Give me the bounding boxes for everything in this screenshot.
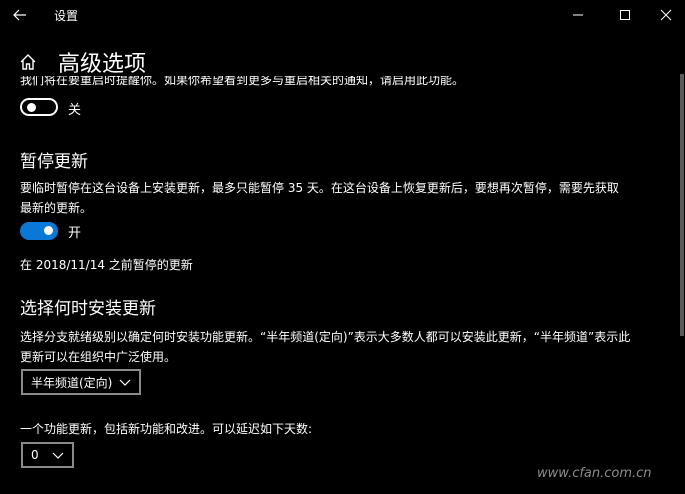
choose-when-heading: 选择何时安装更新 [20, 299, 156, 319]
watermark: www.cfan.com.cn [537, 466, 652, 481]
close-icon[interactable] [653, 4, 679, 26]
choose-when-description: 选择分支就绪级别以确定何时安装功能更新。“半年频道(定向)”表示大多数人都可以安… [20, 327, 680, 367]
branch-readiness-dropdown[interactable]: 半年频道(定向) [21, 369, 141, 395]
chevron-down-icon [52, 450, 64, 464]
feature-defer-days-value: 0 [31, 448, 39, 462]
maximize-icon[interactable] [612, 4, 638, 26]
toggle-knob [27, 103, 36, 112]
pause-description-line-1: 要临时暂停在这台设备上安装更新，最多只能暂停 35 天。在这台设备上恢复更新后，… [20, 181, 619, 195]
choose-description-line-2: 更新可以在组织中广泛使用。 [20, 350, 177, 364]
restart-notify-toggle[interactable] [20, 98, 58, 116]
choose-description-line-1: 选择分支就绪级别以确定何时安装功能更新。“半年频道(定向)”表示大多数人都可以安… [20, 330, 631, 344]
feature-defer-days-dropdown[interactable]: 0 [21, 442, 74, 468]
pause-updates-description: 要临时暂停在这台设备上安装更新，最多只能暂停 35 天。在这台设备上恢复更新后，… [20, 178, 680, 218]
paused-until-text: 在 2018/11/14 之前暂停的更新 [20, 258, 193, 272]
pause-updates-toggle[interactable] [20, 222, 58, 240]
window-title: 设置 [54, 9, 79, 23]
chevron-down-icon [119, 377, 131, 391]
page-title: 高级选项 [58, 52, 147, 77]
restart-notify-toggle-label: 关 [68, 103, 82, 118]
minimize-icon[interactable] [565, 4, 591, 26]
feature-update-defer-label: 一个功能更新，包括新功能和改进。可以延迟如下天数: [20, 422, 313, 436]
back-arrow-icon[interactable] [8, 4, 32, 26]
pause-updates-heading: 暂停更新 [20, 152, 88, 172]
title-bar: 设置 [0, 0, 685, 30]
scrollbar[interactable] [680, 74, 684, 336]
home-icon[interactable] [18, 52, 38, 72]
restart-notify-description: 我们将在要重启时提醒你。如果你希望看到更多与重启相关的通知，请启用此功能。 [20, 76, 465, 87]
toggle-knob [44, 226, 53, 235]
branch-readiness-value: 半年频道(定向) [31, 375, 113, 390]
pause-description-line-2: 最新的更新。 [20, 201, 93, 215]
pause-updates-toggle-label: 开 [68, 226, 82, 241]
